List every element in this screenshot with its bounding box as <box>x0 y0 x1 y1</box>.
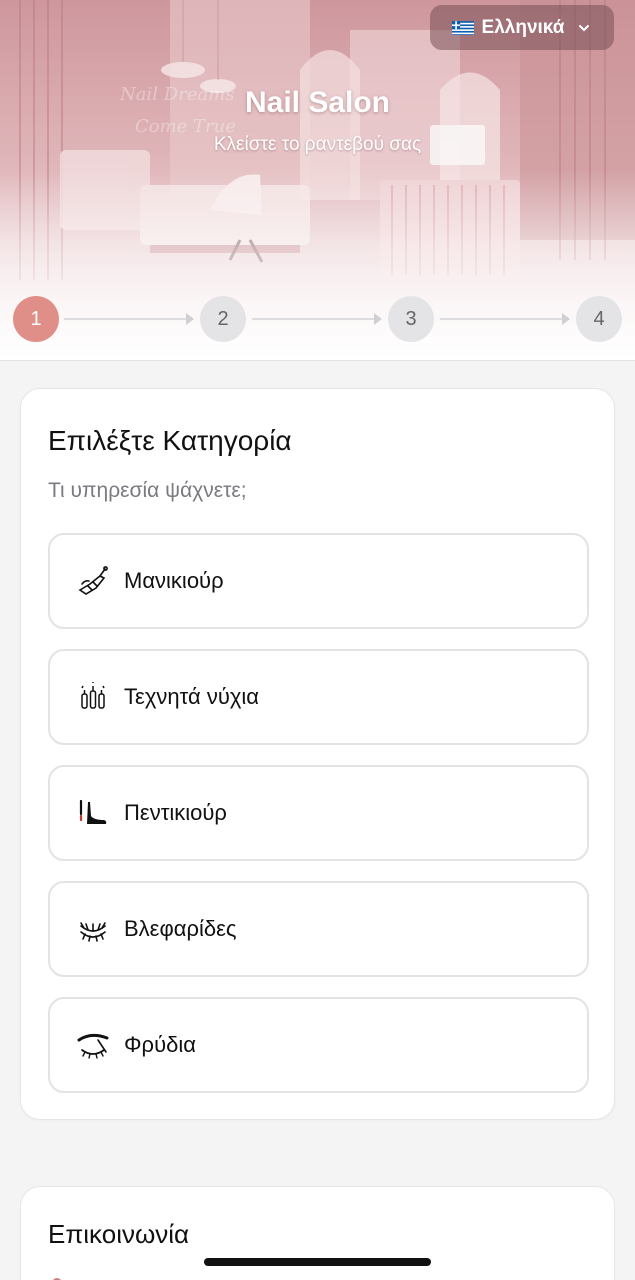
category-card-title: Επιλέξτε Κατηγορία <box>48 425 292 456</box>
category-option-label: Μανικιούρ <box>124 568 224 593</box>
category-option-label: Βλεφαρίδες <box>124 916 237 941</box>
salon-subtitle: Κλείστε το ραντεβού σας <box>213 134 422 155</box>
manicure-icon <box>76 564 110 598</box>
category-option-label: Φρύδια <box>124 1032 196 1057</box>
hero-header: Nail Dreams Come True Ελληνικά Nail Salo… <box>0 0 635 360</box>
step-2-indicator: 2 <box>200 296 246 342</box>
category-card: Επιλέξτε Κατηγορία Τι υπηρεσία ψάχνετε; … <box>20 388 615 1120</box>
category-option-eyebrows[interactable]: Φρύδια <box>48 997 589 1093</box>
step-connector <box>440 318 564 320</box>
step-connector <box>64 318 188 320</box>
contact-phone-row[interactable] <box>48 1275 66 1280</box>
home-indicator[interactable] <box>204 1258 431 1266</box>
language-label: Ελληνικά <box>481 16 565 38</box>
category-option-label: Τεχνητά νύχια <box>124 684 260 709</box>
phone-icon <box>48 1275 66 1280</box>
step-1-indicator: 1 <box>13 296 59 342</box>
header-divider <box>0 360 635 361</box>
pedicure-icon <box>76 796 110 830</box>
step-3-indicator: 3 <box>388 296 434 342</box>
step-connector-arrow <box>562 313 570 325</box>
hero-fade-overlay <box>0 170 635 360</box>
step-connector-arrow <box>374 313 382 325</box>
eyebrows-icon <box>76 1028 110 1062</box>
step-4-indicator: 4 <box>576 296 622 342</box>
category-option-eyelashes[interactable]: Βλεφαρίδες <box>48 881 589 977</box>
category-option-artificial-nails[interactable]: Τεχνητά νύχια <box>48 649 589 745</box>
category-option-label: Πεντικιούρ <box>124 800 227 825</box>
salon-title: Nail Salon <box>244 86 391 119</box>
greek-flag-icon <box>451 20 474 35</box>
artificial-nails-icon <box>76 680 110 714</box>
contact-card-title: Επικοινωνία <box>48 1219 190 1249</box>
step-connector <box>252 318 376 320</box>
step-connector-arrow <box>186 313 194 325</box>
category-card-subtitle: Τι υπηρεσία ψάχνετε; <box>48 479 247 502</box>
language-selector-button[interactable]: Ελληνικά <box>430 5 614 50</box>
category-option-pedicure[interactable]: Πεντικιούρ <box>48 765 589 861</box>
category-option-manicure[interactable]: Μανικιούρ <box>48 533 589 629</box>
chevron-down-icon <box>576 20 592 36</box>
eyelashes-icon <box>76 912 110 946</box>
